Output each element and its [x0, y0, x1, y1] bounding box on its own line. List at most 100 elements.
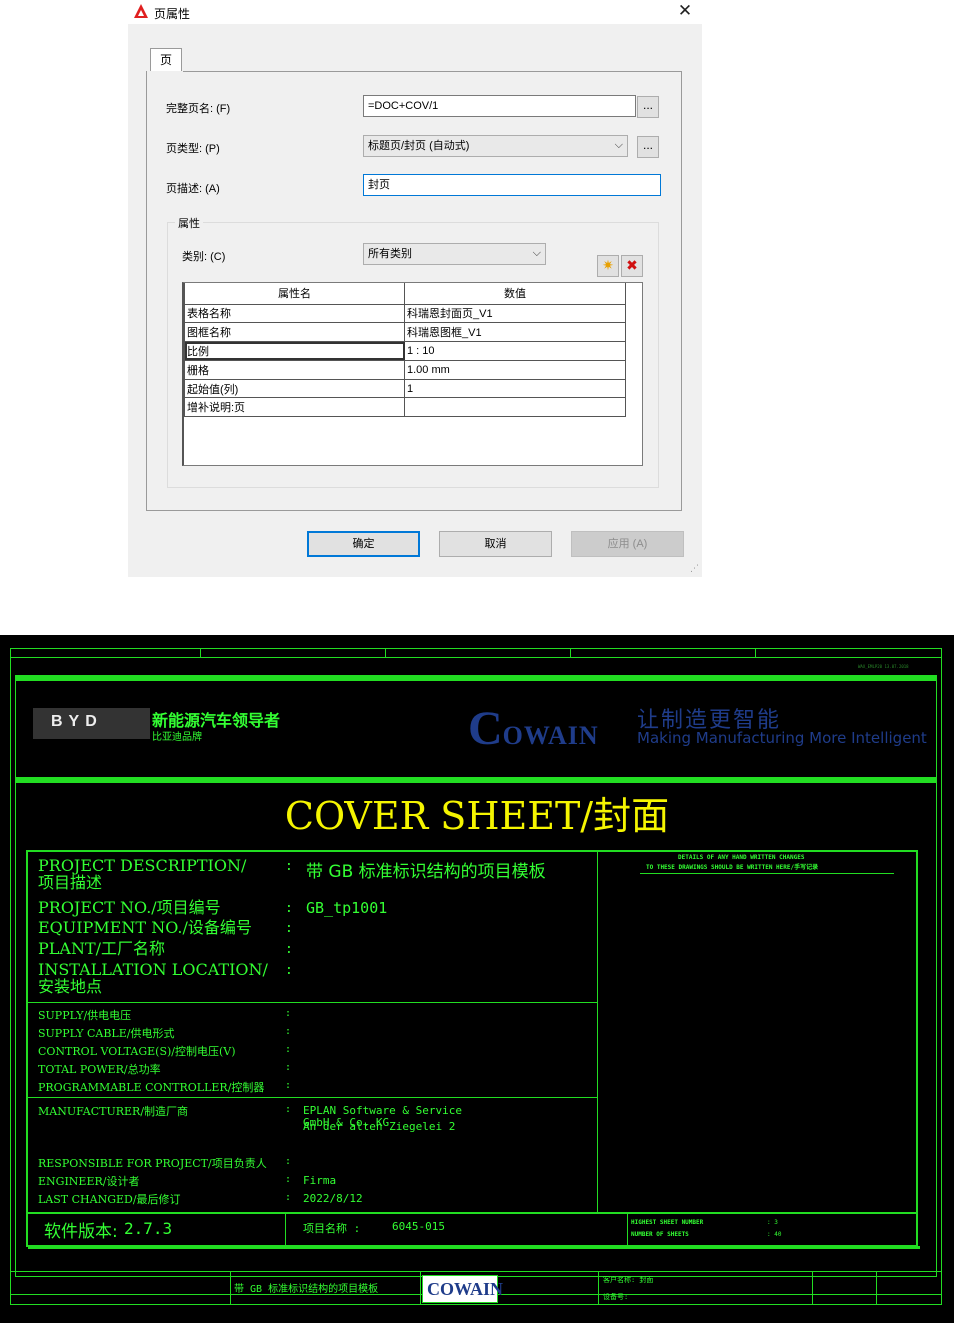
resize-grip-icon[interactable]: ⋰	[690, 563, 699, 574]
property-name-cell[interactable]: 表格名称	[184, 303, 405, 324]
table-row[interactable]: 图框名称 科瑞恩图框_V1	[184, 322, 626, 343]
page-description-input[interactable]: 封页	[363, 174, 661, 196]
table-row[interactable]: 栅格 1.00 mm	[184, 359, 626, 380]
cover-sheet-drawing: WAX_EMLP20 13.07.2018 BYD 新能源汽车领导者 比亚迪品牌…	[0, 635, 954, 1323]
colon: :	[285, 1104, 292, 1115]
eplan-app-icon	[134, 4, 148, 18]
properties-table: 属性名 数值 表格名称 科瑞恩封面页_V1 图框名称 科瑞恩图框_V1 比例 1…	[182, 282, 643, 466]
property-name-cell[interactable]: 增补说明:页	[184, 397, 405, 418]
full-page-name-browse-button[interactable]: ...	[637, 96, 659, 118]
column-header-value[interactable]: 数值	[404, 283, 626, 305]
footer-divider	[230, 1271, 231, 1305]
manufacturer-value-3: An der alten Ziegelei 2	[303, 1120, 456, 1133]
project-description-label: PROJECT DESCRIPTION/	[38, 856, 247, 875]
software-version-value: 2.7.3	[124, 1219, 173, 1238]
property-value-cell[interactable]: 1	[404, 378, 626, 399]
property-name-cell[interactable]: 比例	[184, 341, 405, 361]
colon: :	[285, 901, 293, 916]
property-name-cell[interactable]: 栅格	[184, 359, 405, 380]
category-select[interactable]: 所有类别 ⌵	[363, 243, 546, 265]
info-divider-2	[26, 1097, 597, 1098]
project-no-value: GB_tp1001	[306, 899, 388, 917]
page-description-label: 页描述: (A)	[166, 183, 220, 195]
footer-divider	[812, 1271, 813, 1305]
property-value-cell[interactable]: 1 : 10	[404, 341, 626, 361]
properties-group-title: 属性	[175, 215, 203, 231]
colon: :	[285, 859, 293, 874]
number-sheets-label: NUMBER OF SHEETS	[631, 1231, 689, 1238]
installation-label: INSTALLATION LOCATION/	[38, 960, 268, 979]
new-property-button[interactable]: ✷	[597, 255, 619, 277]
dialog-title: 页属性	[154, 7, 191, 21]
software-version-label: 软件版本:	[44, 1222, 118, 1242]
ruler-tick	[570, 648, 571, 657]
tab-page[interactable]: 页	[150, 48, 182, 72]
colon: :	[285, 1156, 292, 1167]
footer-top-line	[10, 1271, 942, 1272]
page-type-browse-button[interactable]: ...	[637, 136, 659, 158]
project-description-label-cn: 项目描述	[38, 873, 103, 892]
apply-button[interactable]: 应用 (A)	[571, 531, 684, 557]
delete-property-button[interactable]: ✖	[621, 255, 643, 277]
table-header-row: 属性名 数值	[184, 283, 626, 305]
equipment-no-label: EQUIPMENT NO./设备编号	[38, 918, 252, 937]
table-row[interactable]: 增补说明:页	[184, 397, 626, 418]
project-name-label: 项目名称 :	[303, 1222, 361, 1235]
info-shadow	[28, 1246, 920, 1249]
table-row[interactable]: 起始值(列) 1	[184, 378, 626, 399]
highest-sheet-label: HIGHEST SHEET NUMBER	[631, 1219, 704, 1226]
colon: :	[285, 942, 293, 957]
property-value-cell[interactable]: 科瑞恩封面页_V1	[404, 303, 626, 324]
responsible-label: RESPONSIBLE FOR PROJECT/项目负责人	[38, 1157, 267, 1170]
table-row[interactable]: 比例 1 : 10	[184, 341, 626, 361]
footer-project-description: 带 GB 标准标识结构的项目模板	[234, 1284, 379, 1295]
colon: :	[285, 1080, 292, 1091]
chevron-down-icon: ⌵	[532, 247, 541, 259]
colon: :	[285, 963, 293, 978]
header-bottom-band	[15, 777, 937, 783]
table-row[interactable]: 表格名称 科瑞恩封面页_V1	[184, 303, 626, 324]
column-header-property-name[interactable]: 属性名	[184, 283, 405, 305]
dialog-titlebar: 页属性 ✕	[128, 0, 702, 24]
installation-label-cn: 安装地点	[38, 977, 103, 996]
footer-customer: 客户名称: 封面	[603, 1276, 654, 1284]
info-divider-3	[26, 1212, 918, 1214]
delete-icon: ✖	[626, 257, 638, 273]
cowain-slogan-en: Making Manufacturing More Intelligent	[637, 729, 927, 747]
info-divider-vertical	[597, 850, 598, 1212]
ruler-tick	[200, 648, 201, 657]
colon: :	[285, 1026, 292, 1037]
category-value: 所有类别	[368, 248, 412, 260]
star-icon: ✷	[602, 257, 614, 273]
ok-button[interactable]: 确定	[307, 531, 420, 557]
property-name-cell[interactable]: 起始值(列)	[184, 378, 405, 399]
property-name-cell[interactable]: 图框名称	[184, 322, 405, 343]
property-value-cell[interactable]: 1.00 mm	[404, 359, 626, 380]
property-value-cell[interactable]	[404, 397, 626, 418]
close-icon[interactable]: ✕	[674, 0, 696, 22]
header-top-band	[15, 675, 937, 681]
control-voltage-label: CONTROL VOLTAGE(S)/控制电压(V)	[38, 1045, 236, 1058]
full-page-name-input[interactable]: =DOC+COV/1	[363, 95, 636, 117]
colon: :	[285, 921, 293, 936]
footer-divider	[420, 1271, 421, 1305]
page-type-select[interactable]: 标题页/封页 (自动式) ⌵	[363, 135, 628, 157]
info-divider-1	[26, 1002, 597, 1003]
plc-label: PROGRAMMABLE CONTROLLER/控制器	[38, 1081, 265, 1094]
last-changed-label: LAST CHANGED/最后修订	[38, 1193, 181, 1206]
colon: :	[285, 1062, 292, 1073]
byd-logo: BYD	[33, 708, 150, 739]
project-name-value: 6045-015	[392, 1220, 445, 1233]
plant-label: PLANT/工厂名称	[38, 939, 166, 958]
cancel-button[interactable]: 取消	[439, 531, 552, 557]
cowain-logo: COWAIN	[468, 702, 599, 755]
highest-sheet-value: : 3	[767, 1219, 778, 1226]
last-changed-value: 2022/8/12	[303, 1192, 363, 1205]
footer-divider	[598, 1271, 599, 1305]
info-divider-4	[285, 1212, 286, 1247]
footer-divider	[876, 1271, 877, 1305]
footer-device: 设备号:	[603, 1293, 629, 1301]
page-type-label: 页类型: (P)	[166, 143, 220, 155]
engineer-value: Firma	[303, 1174, 337, 1187]
property-value-cell[interactable]: 科瑞恩图框_V1	[404, 322, 626, 343]
